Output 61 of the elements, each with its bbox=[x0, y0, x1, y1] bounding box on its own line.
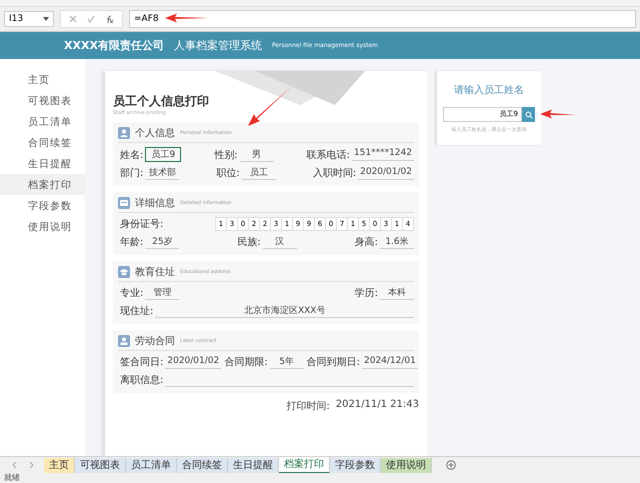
field-value[interactable]: 技术部 bbox=[145, 166, 180, 180]
search-title: 请输入员工姓名 bbox=[453, 84, 525, 97]
field-label: 专业: bbox=[120, 286, 144, 300]
field-label: 合同期限: bbox=[224, 356, 268, 369]
field-label: 姓名: bbox=[120, 148, 144, 162]
field-label: 离职信息: bbox=[120, 374, 164, 387]
field-label: 性别: bbox=[214, 148, 238, 162]
section-title: 个人信息 bbox=[135, 126, 175, 140]
field-value[interactable]: 管理 bbox=[145, 286, 180, 300]
field-value[interactable]: 2020/01/02 bbox=[165, 356, 222, 368]
field-value[interactable]: 151****1242 bbox=[352, 148, 414, 161]
field-label: 职位: bbox=[216, 167, 240, 180]
sheet-tab[interactable]: 主页 bbox=[44, 458, 75, 472]
field-label: 联系电话: bbox=[306, 148, 350, 162]
sheet-tab[interactable]: 档案打印 bbox=[279, 456, 330, 474]
field-value[interactable]: 北京市海淀区XXX号 bbox=[155, 304, 414, 318]
field-value[interactable]: 25岁 bbox=[145, 235, 180, 249]
field-value[interactable]: 2020/01/02 bbox=[358, 166, 414, 180]
field-value[interactable]: 员工 bbox=[242, 166, 276, 180]
field-value[interactable]: 汉 bbox=[262, 235, 297, 249]
sidebar-item[interactable]: 使用说明 bbox=[0, 216, 85, 237]
print-time-label: 打印时间: bbox=[286, 400, 330, 413]
field-value[interactable]: 男 bbox=[240, 148, 274, 162]
sidebar-item[interactable]: 主页 bbox=[0, 69, 85, 90]
field-label: 部门: bbox=[120, 166, 144, 180]
formula-field[interactable]: =AF8 bbox=[129, 10, 636, 28]
name-box[interactable]: I13 bbox=[4, 11, 54, 27]
sidebar-item[interactable]: 员工清单 bbox=[0, 111, 85, 132]
card-title: 员工个人信息打印 bbox=[113, 93, 210, 110]
sheet-tab[interactable]: 员工清单 bbox=[126, 458, 177, 472]
print-time: 2021/11/1 21:43 bbox=[336, 399, 419, 412]
field-value[interactable]: 本科 bbox=[380, 286, 414, 300]
sidebar-item[interactable]: 生日提醒 bbox=[0, 153, 85, 174]
sheet-tab[interactable]: 生日提醒 bbox=[228, 458, 279, 472]
field-label: 合同到期日: bbox=[306, 356, 360, 369]
sheet-tab[interactable]: 使用说明 bbox=[381, 458, 432, 472]
field-value[interactable]: 1.6米 bbox=[380, 235, 414, 249]
system-title: 人事档案管理系统 bbox=[174, 38, 262, 53]
section-title: 详细信息 bbox=[135, 196, 175, 210]
field-label: 年龄: bbox=[120, 236, 144, 249]
field-label: 学历: bbox=[354, 287, 378, 300]
company-name: XXXX有限责任公司 bbox=[64, 38, 164, 53]
field-value[interactable]: 2024/12/01 bbox=[362, 356, 418, 368]
sidebar-item[interactable]: 档案打印 bbox=[0, 174, 85, 195]
field-label: 签合同日: bbox=[120, 356, 164, 369]
field-label: 现住址: bbox=[120, 304, 154, 318]
sidebar-item[interactable]: 合同续签 bbox=[0, 132, 85, 153]
sidebar-item[interactable]: 字段参数 bbox=[0, 195, 85, 216]
status-text: 就绪 bbox=[4, 473, 20, 482]
section-title: 教育住址 bbox=[135, 266, 175, 279]
section-title: 劳动合同 bbox=[135, 334, 175, 348]
field-value[interactable]: 员工9 bbox=[145, 147, 182, 162]
field-value[interactable]: 5年 bbox=[270, 355, 304, 369]
sidebar-item[interactable]: 可视图表 bbox=[0, 90, 85, 111]
sheet-tab[interactable]: 可视图表 bbox=[75, 458, 126, 472]
field-label: 入职时间: bbox=[312, 166, 356, 180]
sheet-tab[interactable]: 字段参数 bbox=[330, 458, 381, 472]
sheet-tab[interactable]: 合同续签 bbox=[177, 458, 228, 472]
field-label: 身高: bbox=[354, 236, 378, 249]
field-label: 身份证号: bbox=[120, 218, 164, 231]
field-label: 民族: bbox=[237, 236, 261, 249]
